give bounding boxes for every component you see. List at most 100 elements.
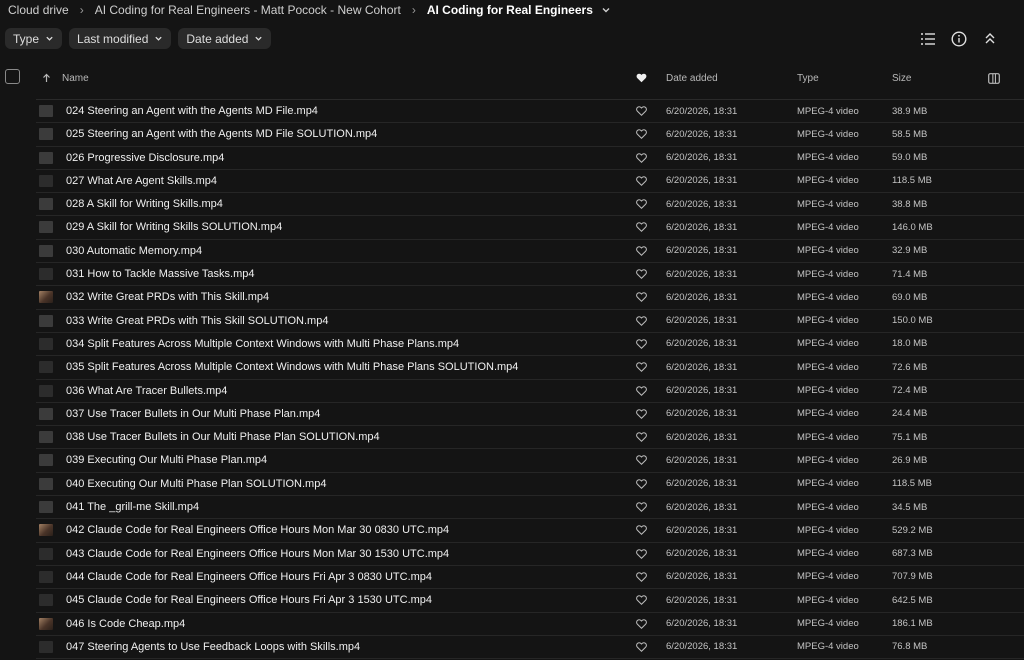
favorite-heart-icon[interactable] bbox=[636, 147, 647, 169]
file-name[interactable]: 036 What Are Tracer Bullets.mp4 bbox=[66, 380, 227, 402]
file-name[interactable]: 032 Write Great PRDs with This Skill.mp4 bbox=[66, 286, 269, 308]
filter-bar: Type Last modified Date added bbox=[5, 28, 272, 49]
favorite-heart-icon[interactable] bbox=[636, 566, 647, 588]
favorite-heart-icon[interactable] bbox=[636, 473, 647, 495]
file-date-added: 6/20/2026, 18:31 bbox=[666, 198, 738, 210]
favorite-heart-icon[interactable] bbox=[636, 216, 647, 238]
file-name[interactable]: 044 Claude Code for Real Engineers Offic… bbox=[66, 566, 432, 588]
file-name[interactable]: 043 Claude Code for Real Engineers Offic… bbox=[66, 543, 449, 565]
favorite-heart-icon[interactable] bbox=[636, 543, 647, 565]
file-row[interactable]: 032 Write Great PRDs with This Skill.mp4… bbox=[36, 286, 1024, 310]
file-name[interactable]: 026 Progressive Disclosure.mp4 bbox=[66, 147, 224, 169]
file-row[interactable]: 040 Executing Our Multi Phase Plan SOLUT… bbox=[36, 473, 1024, 497]
favorite-heart-icon[interactable] bbox=[636, 263, 647, 285]
column-header-type[interactable]: Type bbox=[797, 64, 819, 92]
file-row[interactable]: 026 Progressive Disclosure.mp4 6/20/2026,… bbox=[36, 147, 1024, 170]
file-date-added: 6/20/2026, 18:31 bbox=[666, 571, 738, 583]
filter-last-modified[interactable]: Last modified bbox=[69, 28, 172, 49]
favorite-heart-icon[interactable] bbox=[636, 403, 647, 425]
favorite-heart-icon[interactable] bbox=[636, 100, 647, 122]
file-row[interactable]: 033 Write Great PRDs with This Skill SOL… bbox=[36, 310, 1024, 333]
file-name[interactable]: 029 A Skill for Writing Skills SOLUTION.… bbox=[66, 216, 282, 238]
file-row[interactable]: 025 Steering an Agent with the Agents MD… bbox=[36, 123, 1024, 147]
file-type: MPEG-4 video bbox=[797, 641, 859, 653]
file-size: 707.9 MB bbox=[892, 571, 933, 583]
file-row[interactable]: 046 Is Code Cheap.mp4 6/20/2026, 18:31 MPE… bbox=[36, 613, 1024, 636]
file-name[interactable]: 024 Steering an Agent with the Agents MD… bbox=[66, 100, 318, 122]
file-name[interactable]: 028 A Skill for Writing Skills.mp4 bbox=[66, 193, 223, 215]
favorite-heart-icon[interactable] bbox=[636, 426, 647, 448]
favorite-heart-icon[interactable] bbox=[636, 356, 647, 378]
filter-date-added[interactable]: Date added bbox=[178, 28, 272, 49]
list-view-icon[interactable] bbox=[919, 30, 937, 48]
file-row[interactable]: 030 Automatic Memory.mp4 6/20/2026, 18:31… bbox=[36, 240, 1024, 264]
info-icon[interactable] bbox=[950, 30, 968, 48]
file-row[interactable]: 041 The _grill-me Skill.mp4 6/20/2026, 18… bbox=[36, 496, 1024, 520]
file-type: MPEG-4 video bbox=[797, 524, 859, 536]
file-name[interactable]: 045 Claude Code for Real Engineers Offic… bbox=[66, 589, 432, 611]
file-row[interactable]: 044 Claude Code for Real Engineers Offic… bbox=[36, 566, 1024, 590]
file-name[interactable]: 034 Split Features Across Multiple Conte… bbox=[66, 333, 459, 355]
file-row[interactable]: 047 Steering Agents to Use Feedback Loop… bbox=[36, 636, 1024, 660]
favorite-heart-icon[interactable] bbox=[636, 170, 647, 192]
file-row[interactable]: 038 Use Tracer Bullets in Our Multi Phas… bbox=[36, 426, 1024, 450]
columns-settings-icon[interactable] bbox=[988, 64, 1000, 92]
file-row[interactable]: 045 Claude Code for Real Engineers Offic… bbox=[36, 589, 1024, 613]
file-row[interactable]: 034 Split Features Across Multiple Conte… bbox=[36, 333, 1024, 357]
favorite-heart-icon[interactable] bbox=[636, 333, 647, 355]
file-name[interactable]: 040 Executing Our Multi Phase Plan SOLUT… bbox=[66, 473, 326, 495]
file-name[interactable]: 025 Steering an Agent with the Agents MD… bbox=[66, 123, 377, 145]
file-row[interactable]: 036 What Are Tracer Bullets.mp4 6/20/2026… bbox=[36, 380, 1024, 403]
file-name[interactable]: 031 How to Tackle Massive Tasks.mp4 bbox=[66, 263, 255, 285]
file-type: MPEG-4 video bbox=[797, 501, 859, 513]
favorite-heart-icon[interactable] bbox=[636, 613, 647, 635]
favorite-heart-icon[interactable] bbox=[636, 496, 647, 518]
file-name[interactable]: 039 Executing Our Multi Phase Plan.mp4 bbox=[66, 449, 267, 471]
favorite-heart-icon[interactable] bbox=[636, 589, 647, 611]
favorite-column-heart-icon[interactable] bbox=[636, 64, 647, 92]
file-size: 118.5 MB bbox=[892, 175, 932, 187]
file-row[interactable]: 024 Steering an Agent with the Agents MD… bbox=[36, 100, 1024, 124]
file-row[interactable]: 031 How to Tackle Massive Tasks.mp4 6/20/… bbox=[36, 263, 1024, 287]
select-all-checkbox[interactable] bbox=[5, 69, 20, 84]
file-name[interactable]: 042 Claude Code for Real Engineers Offic… bbox=[66, 519, 449, 541]
favorite-heart-icon[interactable] bbox=[636, 123, 647, 145]
column-header-name[interactable]: Name bbox=[62, 64, 89, 92]
file-row[interactable]: 042 Claude Code for Real Engineers Offic… bbox=[36, 519, 1024, 543]
favorite-heart-icon[interactable] bbox=[636, 636, 647, 658]
file-name[interactable]: 035 Split Features Across Multiple Conte… bbox=[66, 356, 518, 378]
filter-type[interactable]: Type bbox=[5, 28, 63, 49]
sort-ascending-icon[interactable] bbox=[42, 64, 51, 92]
file-name[interactable]: 030 Automatic Memory.mp4 bbox=[66, 240, 202, 262]
file-name[interactable]: 038 Use Tracer Bullets in Our Multi Phas… bbox=[66, 426, 380, 448]
file-date-added: 6/20/2026, 18:31 bbox=[666, 641, 738, 653]
favorite-heart-icon[interactable] bbox=[636, 286, 647, 308]
file-row[interactable]: 035 Split Features Across Multiple Conte… bbox=[36, 356, 1024, 380]
collapse-icon[interactable] bbox=[981, 30, 999, 48]
file-row[interactable]: 029 A Skill for Writing Skills SOLUTION.… bbox=[36, 216, 1024, 240]
file-row[interactable]: 027 What Are Agent Skills.mp4 6/20/2026, … bbox=[36, 170, 1024, 194]
favorite-heart-icon[interactable] bbox=[636, 519, 647, 541]
file-name[interactable]: 037 Use Tracer Bullets in Our Multi Phas… bbox=[66, 403, 320, 425]
column-header-date-added[interactable]: Date added bbox=[666, 64, 718, 92]
file-name[interactable]: 027 What Are Agent Skills.mp4 bbox=[66, 170, 217, 192]
file-row[interactable]: 028 A Skill for Writing Skills.mp4 6/20/2… bbox=[36, 193, 1024, 217]
favorite-heart-icon[interactable] bbox=[636, 240, 647, 262]
file-name[interactable]: 046 Is Code Cheap.mp4 bbox=[66, 613, 185, 635]
file-row[interactable]: 037 Use Tracer Bullets in Our Multi Phas… bbox=[36, 403, 1024, 427]
breadcrumb-root[interactable]: Cloud drive bbox=[8, 3, 69, 17]
favorite-heart-icon[interactable] bbox=[636, 193, 647, 215]
breadcrumb-current[interactable]: AI Coding for Real Engineers bbox=[427, 3, 593, 17]
chevron-down-icon[interactable] bbox=[601, 5, 611, 15]
favorite-heart-icon[interactable] bbox=[636, 380, 647, 402]
file-row[interactable]: 039 Executing Our Multi Phase Plan.mp4 6/… bbox=[36, 449, 1024, 473]
favorite-heart-icon[interactable] bbox=[636, 449, 647, 471]
column-header-size[interactable]: Size bbox=[892, 64, 911, 92]
file-name[interactable]: 041 The _grill-me Skill.mp4 bbox=[66, 496, 199, 518]
file-size: 118.5 MB bbox=[892, 478, 932, 490]
file-row[interactable]: 043 Claude Code for Real Engineers Offic… bbox=[36, 543, 1024, 566]
breadcrumb-parent[interactable]: AI Coding for Real Engineers - Matt Poco… bbox=[95, 3, 401, 17]
file-name[interactable]: 047 Steering Agents to Use Feedback Loop… bbox=[66, 636, 360, 658]
favorite-heart-icon[interactable] bbox=[636, 310, 647, 332]
file-name[interactable]: 033 Write Great PRDs with This Skill SOL… bbox=[66, 310, 328, 332]
